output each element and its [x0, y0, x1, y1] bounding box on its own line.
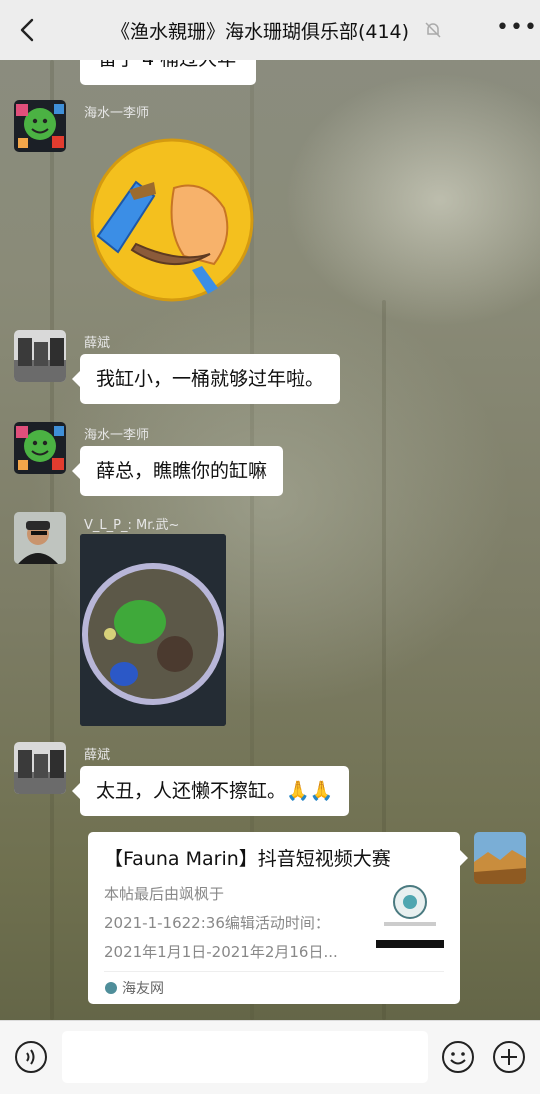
sender-name: 薛斌: [84, 748, 111, 763]
message-text: 薛总，瞧瞧你的缸嘛: [96, 460, 268, 482]
link-card-line: 本帖最后由飒枫于: [104, 885, 225, 903]
message-text: 太丑，人还懒不擦缸。🙏🙏: [96, 780, 334, 802]
divider: [104, 971, 444, 972]
sender-name: 海水一李师: [84, 106, 150, 121]
link-card-source: 海友网: [104, 978, 164, 998]
sender-name: 薛斌: [84, 336, 111, 351]
more-horizontal-icon[interactable]: •••: [496, 17, 537, 42]
photo-coral-tank[interactable]: [80, 534, 226, 726]
message-bubble[interactable]: 太丑，人还懒不擦缸。🙏🙏: [71, 766, 350, 816]
plus-icon[interactable]: [492, 1040, 526, 1074]
avatar[interactable]: [14, 742, 66, 794]
chat-title: 《渔水親珊》海水珊瑚俱乐部(414): [110, 21, 410, 43]
avatar[interactable]: [14, 330, 66, 382]
link-card-line: 2021-1-1622:36编辑活动时间：: [104, 914, 330, 932]
link-card-description: 本帖最后由飒枫于 2021-1-1622:36编辑活动时间： 2021年1月1日…: [104, 880, 358, 967]
message-input[interactable]: [62, 1031, 428, 1083]
avatar-self[interactable]: [474, 832, 526, 884]
chat-header: 《渔水親珊》海水珊瑚俱乐部(414) •••: [0, 0, 540, 60]
sticker-face-palm[interactable]: [84, 138, 260, 302]
avatar[interactable]: [14, 422, 66, 474]
chevron-left-icon[interactable]: [14, 16, 40, 44]
link-card-thumbnail: [376, 880, 444, 948]
avatar[interactable]: [14, 512, 66, 564]
voice-icon[interactable]: [14, 1040, 48, 1074]
message-bubble[interactable]: 薛总，瞧瞧你的缸嘛: [71, 446, 284, 496]
sender-name: 海水一李师: [84, 428, 150, 443]
sender-name: V_L_P_: Mr.武~: [84, 518, 180, 533]
link-card-source-name: 海友网: [122, 981, 164, 997]
source-logo-icon: [105, 982, 117, 994]
message-bubble[interactable]: 我缸小，一桶就够过年啦。: [71, 354, 341, 404]
message-text: 我缸小，一桶就够过年啦。: [96, 368, 325, 390]
avatar[interactable]: [14, 100, 66, 152]
bell-slash-icon: [425, 22, 441, 38]
link-card[interactable]: 【Fauna Marin】抖音短视频大赛 本帖最后由飒枫于 2021-1-162…: [88, 832, 468, 1004]
link-card-title: 【Fauna Marin】抖音短视频大赛: [104, 848, 391, 870]
emoji-icon[interactable]: [441, 1040, 475, 1074]
link-card-line: 2021年1月1日-2021年2月16日...: [104, 943, 338, 961]
input-bar: [0, 1020, 540, 1094]
